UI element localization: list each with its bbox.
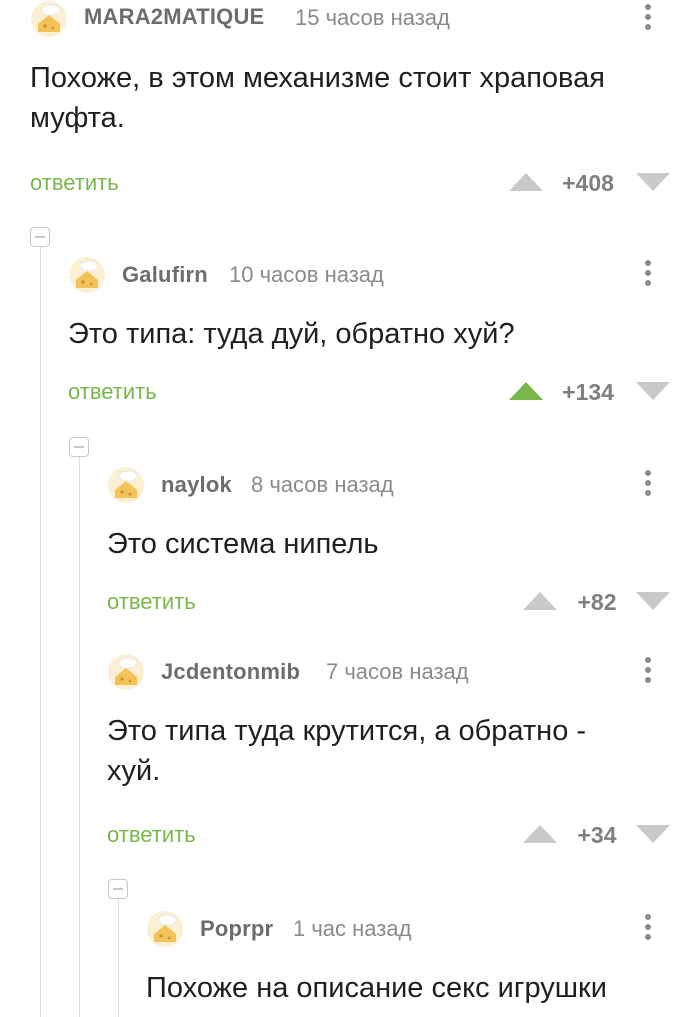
comment-author[interactable]: MARA2MATIQUE (84, 4, 264, 30)
reply-button[interactable]: ответить (107, 589, 196, 615)
downvote-triangle-icon[interactable] (635, 591, 671, 611)
comment-score: +82 (577, 589, 617, 615)
comment-text: Это типа туда крутится, а обратно - хуй. (107, 715, 587, 787)
comment-author[interactable]: naylok (161, 472, 232, 498)
thread-line (118, 898, 119, 1017)
upvote-triangle-icon[interactable] (508, 172, 544, 192)
comment-time: 10 часов назад (229, 262, 384, 287)
default-avatar-icon[interactable] (146, 910, 184, 948)
comment-time: 15 часов назад (295, 5, 450, 30)
collapse-thread-button[interactable] (30, 227, 50, 247)
upvote-triangle-icon[interactable] (508, 381, 544, 401)
comment-time: 7 часов назад (326, 659, 469, 684)
comment-author[interactable]: Jcdentonmib (161, 659, 300, 685)
comment-text: Похоже, в этом механизме стоит храповая … (30, 62, 605, 134)
more-vertical-icon[interactable] (644, 470, 652, 502)
comment-text: Это система нипель (107, 528, 379, 560)
downvote-triangle-icon[interactable] (635, 172, 671, 192)
upvote-triangle-icon[interactable] (522, 591, 558, 611)
more-vertical-icon[interactable] (644, 914, 652, 946)
comment-time: 8 часов назад (251, 472, 394, 497)
default-avatar-icon[interactable] (30, 0, 68, 38)
comment-author[interactable]: Poprpr (200, 916, 273, 942)
reply-button[interactable]: ответить (107, 822, 196, 848)
collapse-thread-button[interactable] (108, 879, 128, 899)
thread-line (79, 456, 80, 1017)
downvote-triangle-icon[interactable] (635, 824, 671, 844)
comment-text: Похоже на описание секс игрушки (146, 972, 607, 1004)
default-avatar-icon[interactable] (107, 653, 145, 691)
thread-line (40, 246, 41, 1017)
upvote-triangle-icon[interactable] (522, 824, 558, 844)
more-vertical-icon[interactable] (644, 657, 652, 689)
reply-button[interactable]: ответить (30, 170, 119, 196)
default-avatar-icon[interactable] (68, 256, 106, 294)
comment-text: Это типа: туда дуй, обратно хуй? (68, 318, 515, 350)
comment-score: +408 (562, 170, 614, 196)
default-avatar-icon[interactable] (107, 466, 145, 504)
downvote-triangle-icon[interactable] (635, 381, 671, 401)
collapse-thread-button[interactable] (69, 437, 89, 457)
comment-time: 1 час назад (293, 916, 412, 941)
comment-author[interactable]: Galufirn (122, 262, 208, 288)
comment-score: +134 (562, 379, 614, 405)
reply-button[interactable]: ответить (68, 379, 157, 405)
comment-score: +34 (577, 822, 617, 848)
more-vertical-icon[interactable] (644, 260, 652, 292)
more-vertical-icon[interactable] (644, 4, 652, 36)
